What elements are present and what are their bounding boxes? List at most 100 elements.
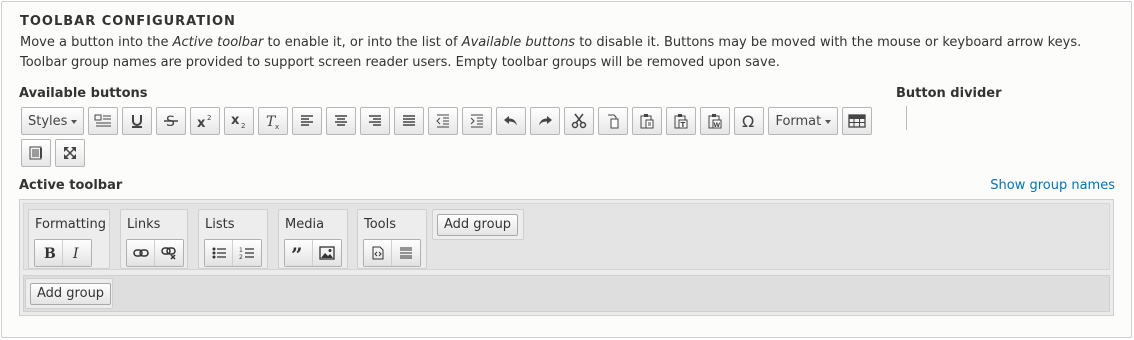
svg-text:x: x <box>231 113 240 128</box>
group-formatting[interactable]: Formatting B I <box>28 209 110 269</box>
unlink-button[interactable] <box>155 240 183 266</box>
table-button[interactable] <box>842 107 873 135</box>
blockquote-button[interactable]: ” <box>285 240 313 266</box>
subscript-button[interactable]: x2 <box>224 107 255 135</box>
special-character-button[interactable]: Ω <box>734 107 765 135</box>
undo-icon <box>504 116 518 126</box>
button-divider-handle[interactable] <box>906 106 907 130</box>
align-left-button[interactable] <box>292 107 323 135</box>
styles-dropdown-button[interactable]: Styles <box>21 107 85 135</box>
underline-icon <box>132 115 143 128</box>
source-button[interactable] <box>364 240 392 266</box>
svg-text:I: I <box>72 246 79 260</box>
show-blocks-button[interactable] <box>88 107 119 135</box>
desc-emphasis-available: Available buttons <box>461 35 576 50</box>
group-lists[interactable]: Lists 12 <box>198 209 268 269</box>
add-group-button[interactable]: Add group <box>437 214 519 236</box>
link-button[interactable] <box>127 240 155 266</box>
undo-button[interactable] <box>496 107 527 135</box>
copy-button[interactable] <box>598 107 629 135</box>
paste-text-button[interactable]: T <box>666 107 697 135</box>
scissors-icon <box>572 113 587 129</box>
numbered-list-icon: 12 <box>239 247 254 260</box>
outdent-button[interactable] <box>428 107 459 135</box>
group-buttons: 12 <box>204 239 262 267</box>
justify-icon <box>403 115 416 126</box>
group-media[interactable]: Media ” <box>278 209 348 269</box>
desc-text: Move a button into the <box>20 35 173 50</box>
horizontal-rule-button[interactable] <box>392 240 420 266</box>
caret-down-icon <box>71 120 78 124</box>
superscript-icon: x2 <box>197 114 211 129</box>
group-buttons <box>363 239 421 267</box>
format-dropdown-button[interactable]: Format <box>768 107 839 135</box>
svg-text:2: 2 <box>239 254 243 260</box>
svg-text:x: x <box>197 116 206 129</box>
paste-button[interactable] <box>632 107 663 135</box>
italic-button[interactable]: I <box>63 240 91 266</box>
align-right-button[interactable] <box>360 107 391 135</box>
group-tools[interactable]: Tools <box>357 209 427 269</box>
group-name: Lists <box>205 217 235 232</box>
group-name: Media <box>285 217 325 232</box>
redo-icon <box>539 116 553 126</box>
numbered-list-button[interactable]: 12 <box>233 240 261 266</box>
remove-format-button[interactable]: Tx <box>258 107 289 135</box>
add-group-container: Add group <box>25 278 113 309</box>
paste-from-word-button[interactable]: W <box>700 107 731 135</box>
add-group-container: Add group <box>432 209 524 240</box>
paste-word-icon: W <box>708 114 722 129</box>
caret-down-icon <box>825 120 832 124</box>
underline-button[interactable] <box>122 107 153 135</box>
active-toolbar-area: Formatting B I Links Lists 12 Media ” To… <box>19 199 1114 316</box>
svg-text:Ω: Ω <box>742 113 754 129</box>
bulleted-list-icon <box>212 247 226 259</box>
desc-emphasis-active: Active toolbar <box>172 35 264 50</box>
svg-text:B: B <box>44 246 56 260</box>
svg-text:W: W <box>714 122 721 129</box>
svg-text:”: ” <box>291 246 303 260</box>
omega-icon: Ω <box>742 113 754 129</box>
button-divider-label: Button divider <box>896 86 1002 101</box>
superscript-button[interactable]: x2 <box>190 107 221 135</box>
group-buttons <box>126 239 184 267</box>
align-center-icon <box>335 115 348 126</box>
available-buttons-row: Styles S x2 x2 Tx T W Ω Format <box>21 107 873 135</box>
table-icon <box>848 114 866 128</box>
svg-text:T: T <box>681 121 686 129</box>
strikethrough-button[interactable]: S <box>156 107 187 135</box>
svg-text:1: 1 <box>239 247 243 254</box>
toolbar-row-2: Add group <box>23 275 1110 312</box>
show-blocks-icon <box>94 114 112 127</box>
align-center-button[interactable] <box>326 107 357 135</box>
paste-icon <box>640 114 654 129</box>
indent-icon <box>471 114 484 128</box>
group-links[interactable]: Links <box>120 209 188 269</box>
maximize-button[interactable] <box>55 139 85 167</box>
show-group-names-link[interactable]: Show group names <box>990 178 1115 193</box>
group-buttons: B I <box>34 239 92 267</box>
group-buttons: ” <box>284 239 342 267</box>
subscript-icon: x2 <box>231 113 245 129</box>
maximize-icon <box>64 147 76 159</box>
link-icon <box>132 249 149 257</box>
blockquote-source-button[interactable] <box>21 139 51 167</box>
redo-button[interactable] <box>530 107 561 135</box>
indent-button[interactable] <box>462 107 493 135</box>
remove-format-icon: Tx <box>266 114 279 129</box>
align-left-icon <box>301 115 314 126</box>
horizontal-rule-icon <box>400 247 412 259</box>
styles-label: Styles <box>28 113 68 129</box>
group-name: Links <box>127 217 161 232</box>
source-code-icon <box>372 246 383 260</box>
image-button[interactable] <box>313 240 341 266</box>
cut-button[interactable] <box>564 107 595 135</box>
section-title: TOOLBAR CONFIGURATION <box>20 14 236 29</box>
italic-icon: I <box>72 246 79 260</box>
justify-button[interactable] <box>394 107 425 135</box>
add-group-button[interactable]: Add group <box>30 283 112 305</box>
group-name: Tools <box>364 217 397 232</box>
bold-button[interactable]: B <box>35 240 63 266</box>
image-icon <box>319 246 335 260</box>
bulleted-list-button[interactable] <box>205 240 233 266</box>
